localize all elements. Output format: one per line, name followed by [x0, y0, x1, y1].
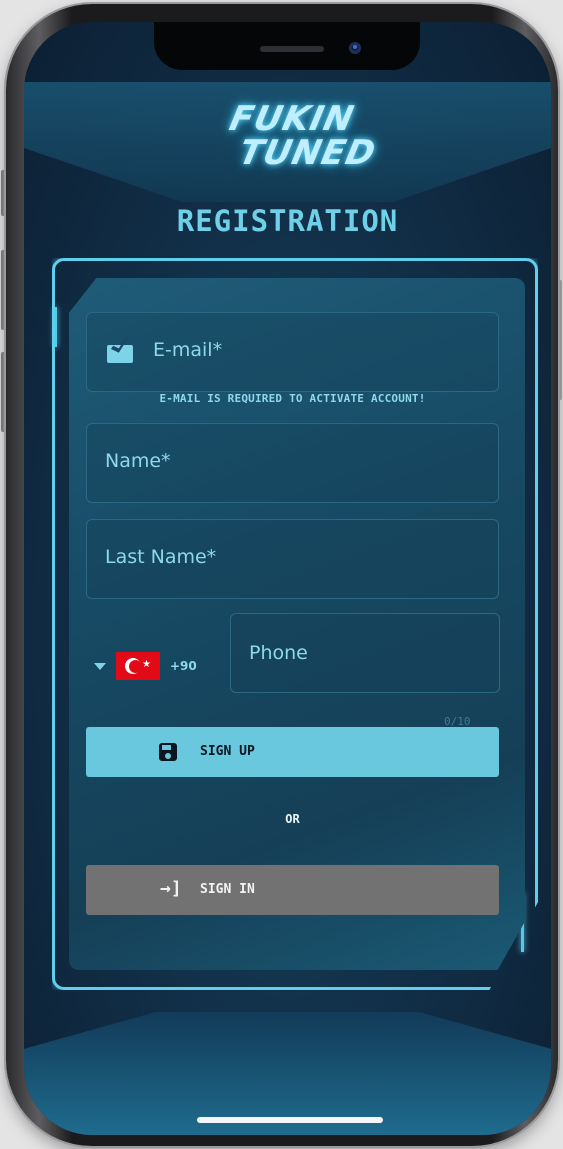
sign-up-label: SIGN UP	[200, 744, 255, 759]
phone-field[interactable]: Phone	[230, 613, 500, 693]
notch	[154, 22, 420, 70]
sign-up-button[interactable]: SIGN UP	[86, 727, 499, 777]
phone-screen: FUKIN TUNED REGISTRATION E-mail* E-MAIL …	[24, 22, 551, 1135]
country-code: +90	[170, 659, 197, 673]
speaker-grille	[260, 46, 324, 52]
email-hint: E-MAIL IS REQUIRED TO ACTIVATE ACCOUNT!	[159, 392, 426, 405]
logo-line-2: TUNED	[235, 133, 380, 173]
save-icon	[159, 743, 177, 761]
or-separator: OR	[285, 812, 300, 826]
sign-in-button[interactable]: →] SIGN IN	[86, 865, 499, 915]
star-shape: ★	[142, 659, 151, 670]
logo-line-1: FUKIN	[225, 99, 358, 139]
home-indicator[interactable]	[197, 1117, 383, 1123]
country-code-selector[interactable]: ★ +90	[94, 652, 197, 680]
last-name-label: Last Name*	[105, 546, 217, 568]
phone-label: Phone	[249, 642, 308, 664]
mail-icon	[107, 345, 133, 363]
last-name-field[interactable]: Last Name*	[86, 519, 499, 599]
name-label: Name*	[105, 450, 171, 472]
crescent-shape	[125, 658, 142, 674]
email-label: E-mail*	[153, 339, 223, 361]
brand-logo: FUKIN TUNED	[203, 99, 380, 182]
sign-in-label: SIGN IN	[200, 882, 255, 897]
phone-frame: FUKIN TUNED REGISTRATION E-mail* E-MAIL …	[6, 4, 558, 1146]
name-field[interactable]: Name*	[86, 423, 499, 503]
chevron-down-icon	[94, 662, 106, 670]
email-field[interactable]: E-mail*	[86, 312, 499, 392]
page-title: REGISTRATION	[176, 204, 399, 238]
device-stage: FUKIN TUNED REGISTRATION E-mail* E-MAIL …	[0, 0, 563, 1149]
turkey-flag-icon: ★	[116, 652, 160, 680]
login-icon: →]	[160, 878, 182, 899]
front-camera-icon	[349, 42, 361, 54]
